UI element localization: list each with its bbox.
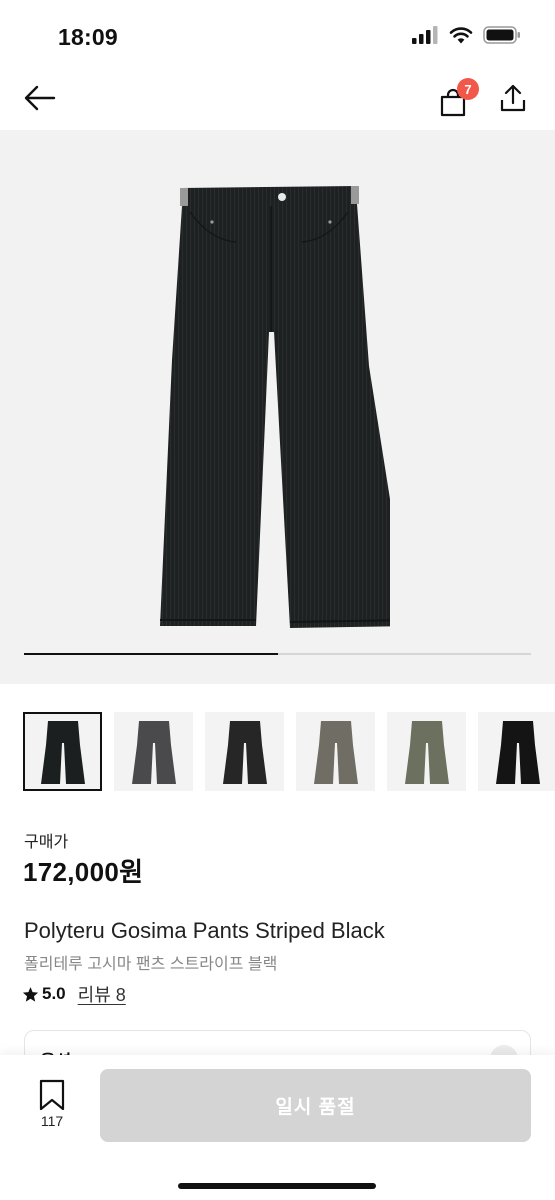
bookmark-icon xyxy=(39,1079,65,1111)
wishlist-button[interactable]: 117 xyxy=(26,1079,78,1139)
share-button[interactable] xyxy=(490,76,536,120)
product-image-carousel[interactable] xyxy=(0,130,555,684)
thumbnail-image xyxy=(222,720,267,784)
thumbnail-item[interactable] xyxy=(478,712,555,791)
status-icons xyxy=(412,26,521,44)
cart-button[interactable]: 7 xyxy=(430,76,479,120)
thumbnail-strip[interactable] xyxy=(0,712,555,792)
thumbnail-item[interactable] xyxy=(296,712,375,791)
thumbnail-image xyxy=(40,720,85,784)
status-time: 18:09 xyxy=(58,24,118,50)
product-image xyxy=(160,186,390,628)
battery-icon xyxy=(483,26,520,44)
thumbnail-item[interactable] xyxy=(387,712,466,791)
bottom-action-bar: 117 일시 품절 xyxy=(0,1055,555,1200)
thumbnail-item[interactable] xyxy=(23,712,102,791)
signal-icon xyxy=(412,26,438,44)
cart-count-badge: 7 xyxy=(457,78,479,100)
price-value: 172,000원 xyxy=(23,857,144,887)
product-name: Polyteru Gosima Pants Striped Black xyxy=(24,918,385,943)
carousel-progress-fill xyxy=(24,653,278,655)
review-link[interactable]: 리뷰 8 xyxy=(78,981,126,1007)
rating-row: 5.0 리뷰 8 xyxy=(22,982,126,1006)
home-indicator xyxy=(178,1183,376,1189)
star-icon xyxy=(22,986,39,1002)
thumbnail-image xyxy=(313,720,358,784)
sold-out-button[interactable]: 일시 품절 xyxy=(100,1069,531,1142)
rating-value: 5.0 xyxy=(42,984,66,1003)
product-name-korean: 폴리테루 고시마 팬츠 스트라이프 블랙 xyxy=(24,956,278,973)
wishlist-count: 117 xyxy=(40,1113,64,1129)
carousel-progress-track xyxy=(24,653,531,655)
thumbnail-image xyxy=(404,720,449,784)
back-button[interactable] xyxy=(18,78,62,118)
status-bar: 18:09 xyxy=(0,0,555,70)
thumbnail-image xyxy=(495,720,540,784)
thumbnail-image xyxy=(131,720,176,784)
share-icon xyxy=(500,84,526,112)
price-label: 구매가 xyxy=(24,834,69,851)
nav-bar: 7 xyxy=(0,70,555,130)
arrow-left-icon xyxy=(24,85,56,111)
wifi-icon xyxy=(449,27,473,44)
thumbnail-item[interactable] xyxy=(205,712,284,791)
thumbnail-item[interactable] xyxy=(114,712,193,791)
